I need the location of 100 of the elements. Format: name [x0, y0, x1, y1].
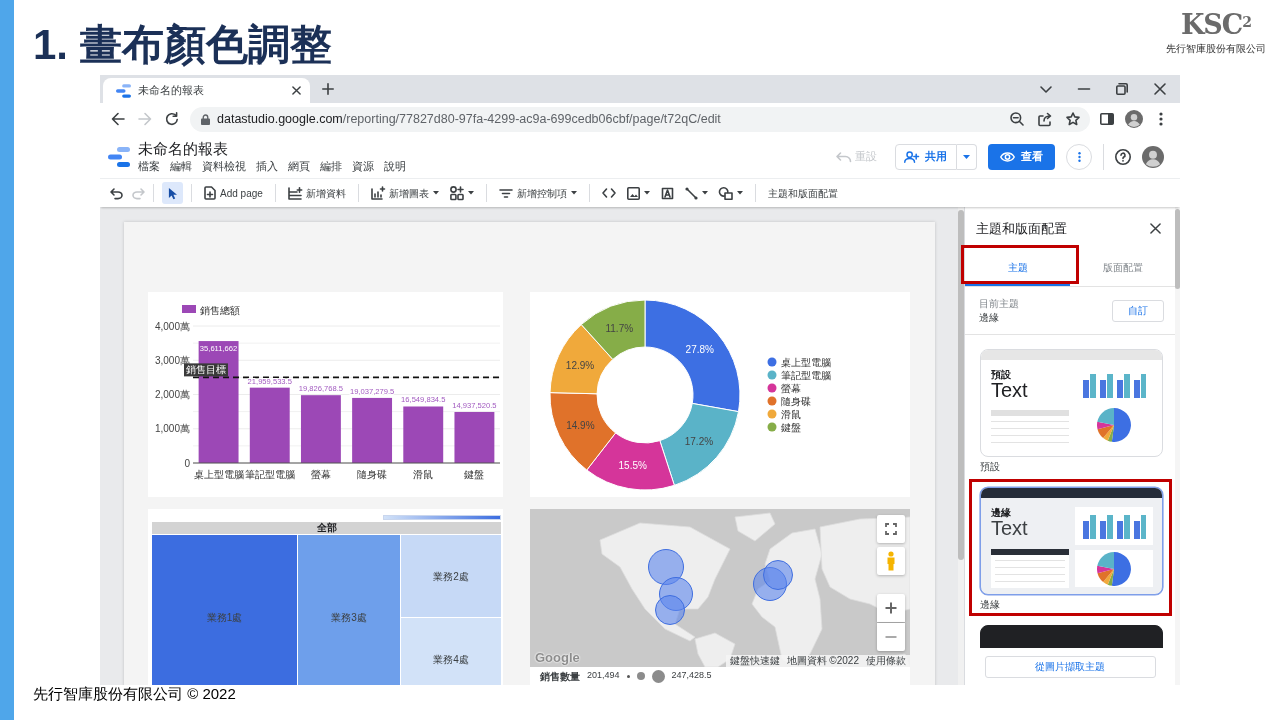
bar-chart-icon: [370, 186, 385, 200]
lock-icon: [201, 113, 210, 125]
caret-icon[interactable]: [467, 191, 474, 195]
map-link[interactable]: 鍵盤快速鍵: [729, 655, 780, 667]
avatar-icon[interactable]: [1125, 110, 1143, 128]
shape-icon[interactable]: [718, 186, 733, 200]
panel-tab[interactable]: 主題: [965, 250, 1070, 286]
y-axis-label: 1,000萬: [154, 423, 190, 435]
add-control-button[interactable]: 新增控制項: [494, 182, 581, 204]
reload-icon[interactable]: [165, 112, 179, 126]
y-axis-label: 4,000萬: [154, 320, 190, 332]
zoom-in-button[interactable]: [877, 594, 905, 622]
panel-title: 主題和版面配置: [976, 219, 1067, 238]
caret-icon: [432, 191, 439, 195]
bubble-marker-icon: [648, 549, 684, 585]
star-icon[interactable]: [1066, 112, 1080, 126]
menu-item[interactable]: 編排: [320, 160, 342, 173]
help-icon[interactable]: [1115, 148, 1131, 165]
pointer-tool-button[interactable]: [162, 182, 183, 204]
more-vertical-icon[interactable]: [1159, 112, 1163, 126]
close-icon[interactable]: [1154, 83, 1166, 95]
chevron-down-icon[interactable]: [1040, 85, 1052, 93]
undo-icon[interactable]: [110, 187, 123, 199]
add-chart-button[interactable]: 新增圖表: [366, 182, 443, 204]
text-box-icon[interactable]: [660, 186, 674, 200]
components-icon[interactable]: [449, 186, 464, 200]
map-link[interactable]: 使用條款: [866, 655, 906, 667]
dot-icon: [626, 674, 630, 678]
zoom-out-icon[interactable]: [1010, 112, 1024, 126]
menu-item[interactable]: 網頁: [288, 160, 310, 173]
legend-label: 筆記型電腦: [781, 369, 831, 381]
back-arrow-icon[interactable]: [111, 112, 125, 126]
slice-label: 17.2%: [684, 436, 714, 448]
x-axis-label: 滑鼠: [413, 469, 434, 480]
company-name: 先行智庫股份有限公司: [1166, 43, 1266, 54]
image-icon[interactable]: [626, 186, 640, 200]
theme-card[interactable]: 邊緣 Text: [980, 487, 1163, 595]
theme-layout-button[interactable]: 主題和版面配置: [763, 182, 842, 204]
panel-tab[interactable]: 版面配置: [1070, 250, 1175, 286]
legend-title: 銷售數量: [540, 669, 580, 684]
caret-icon[interactable]: [701, 191, 708, 195]
extract-theme-button[interactable]: 從圖片擷取主題: [984, 655, 1156, 678]
preview-title: 邊緣: [991, 507, 1011, 518]
bar: [454, 411, 495, 463]
customize-button[interactable]: 自訂: [1112, 299, 1164, 322]
preview-title: 預設: [991, 369, 1011, 380]
menu-item[interactable]: 插入: [256, 160, 278, 173]
preview-text: Text: [991, 518, 1028, 538]
company-logo: KSC$^{2}$: [1180, 10, 1252, 40]
address-bar[interactable]: datastudio.google.com/reporting/77827d80-97fa-4299-ac9a-699cedb06cbf/page/t72qC/edit: [190, 106, 1090, 132]
caret-icon: [570, 191, 577, 195]
close-icon[interactable]: [292, 86, 301, 95]
line-icon[interactable]: [684, 186, 698, 200]
tile-label: 業務1處: [206, 611, 243, 625]
menu-item[interactable]: 資源: [352, 160, 374, 173]
add-page-button[interactable]: Add page: [200, 182, 267, 204]
code-icon[interactable]: [601, 188, 616, 198]
browser-tab[interactable]: 未命名的報表: [103, 78, 310, 103]
close-icon[interactable]: [1150, 223, 1161, 234]
report-title[interactable]: 未命名的報表: [138, 140, 228, 158]
share-icon[interactable]: [1038, 112, 1052, 126]
legend-label: 鍵盤: [781, 421, 801, 433]
scrollbar-thumb[interactable]: [958, 210, 964, 560]
copyright-text: 先行智庫股份有限公司 © 2022: [33, 685, 236, 703]
app-logo-icon[interactable]: [108, 146, 130, 167]
theme-card[interactable]: 預設 Text: [980, 349, 1163, 457]
caret-icon[interactable]: [736, 191, 743, 195]
slice-label: 15.5%: [618, 459, 647, 471]
undo-icon: [836, 151, 852, 162]
legend-label: 滑鼠: [781, 408, 801, 420]
share-button[interactable]: 共用: [895, 143, 957, 170]
map-link[interactable]: 地圖資料 ©2022: [786, 655, 859, 667]
menu-item[interactable]: 編輯: [170, 160, 192, 173]
view-button[interactable]: 查看: [988, 143, 1055, 170]
fullscreen-button[interactable]: [877, 515, 905, 543]
plus-icon[interactable]: [322, 83, 334, 95]
bubble-marker-icon: [763, 560, 793, 590]
person-icon: [886, 551, 896, 571]
scrollbar-thumb[interactable]: [1175, 209, 1180, 289]
legend-label: 隨身碟: [781, 395, 811, 407]
avatar-icon[interactable]: [1142, 145, 1164, 168]
reference-line-label: 銷售目標: [184, 363, 228, 377]
add-page-icon: [204, 186, 216, 200]
restore-icon[interactable]: [1116, 83, 1128, 95]
bubble-marker-icon: [659, 577, 693, 611]
legend-min-value: 201,494: [587, 669, 620, 683]
caret-icon[interactable]: [643, 191, 650, 195]
menu-item[interactable]: 資料檢視: [202, 160, 246, 173]
slide-title: 1. 畫布顏色調整: [33, 24, 332, 66]
add-data-button[interactable]: 新增資料: [283, 182, 350, 204]
side-panel-icon[interactable]: [1100, 113, 1114, 125]
tile-label: 業務3處: [331, 611, 367, 625]
menu-item[interactable]: 說明: [384, 160, 406, 173]
share-menu-button[interactable]: [957, 143, 977, 170]
cursor-icon: [168, 186, 177, 200]
map-logo: Google: [535, 651, 580, 665]
legend-label: 銷售總額: [200, 304, 240, 316]
bar: [352, 397, 393, 463]
treemap-header: 全部: [152, 522, 501, 534]
menu-item[interactable]: 檔案: [138, 160, 160, 173]
